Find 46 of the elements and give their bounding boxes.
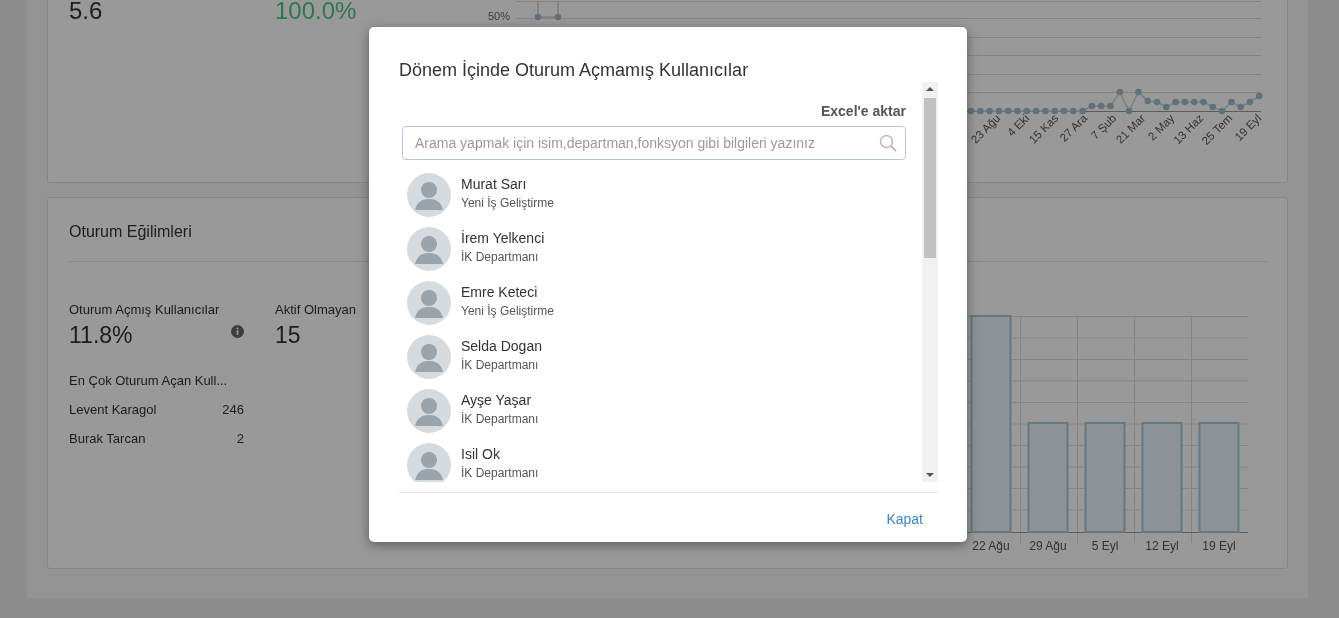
scrollbar[interactable] — [922, 82, 938, 482]
user-name: Levent Karagol — [69, 402, 157, 418]
user-name: Ayşe Yaşar — [461, 391, 532, 409]
department-label: İK Departmanı — [461, 357, 539, 373]
stat-value: 11.8% — [69, 321, 133, 349]
user-avatar-icon — [407, 281, 451, 325]
export-link[interactable]: Excel'e aktar — [820, 103, 906, 119]
user-avatar-icon — [407, 227, 451, 271]
axis-tick-label: 5 Eyl — [1091, 539, 1119, 553]
user-avatar-icon — [407, 389, 451, 433]
user-avatar-icon — [407, 173, 451, 217]
axis-tick-label: 50% — [488, 10, 511, 22]
axis-tick-label: 12 Eyl — [1145, 539, 1179, 553]
metric-value: 5.6 — [69, 0, 103, 25]
info-icon[interactable] — [231, 324, 244, 338]
department-label: Yeni İş Geliştirme — [461, 195, 554, 211]
user-avatar-icon — [407, 335, 451, 379]
login-count: 246 — [222, 402, 244, 418]
axis-tick-label: 27 Ara — [1057, 111, 1090, 144]
axis-tick-label: 23 Ağu — [968, 111, 1003, 146]
department-label: İK Departmanı — [461, 249, 539, 265]
section-title: Oturum Eğilimleri — [69, 222, 192, 242]
list-heading: En Çok Oturum Açan Kull... — [69, 373, 229, 389]
axis-tick-label: 29 Ağu — [1029, 539, 1067, 553]
axis-tick-label: 19 Eyl — [1232, 111, 1264, 143]
axis-tick-label: 22 Ağu — [972, 539, 1010, 553]
close-link[interactable]: Kapat — [886, 510, 923, 528]
user-name: Isil Ok — [461, 445, 500, 463]
user-name: Selda Dogan — [461, 337, 542, 355]
stat-label: Oturum Açmış Kullanıcılar — [69, 302, 220, 318]
stat-value: 15 — [275, 321, 301, 349]
department-label: Yeni İş Geliştirme — [461, 303, 554, 319]
user-name: Murat Sarı — [461, 175, 527, 193]
axis-tick-label: 19 Eyl — [1202, 539, 1236, 553]
user-avatar-icon — [407, 443, 451, 482]
stat-label: Aktif Olmayan — [275, 302, 356, 318]
user-name: İrem Yelkenci — [461, 229, 545, 247]
modal-title: Dönem İçinde Oturum Açmamış Kullanıcılar — [398, 59, 750, 82]
search-field[interactable]: Arama yapmak için isim,departman,fonksyon gibi bilgileri yazınız — [402, 126, 906, 160]
user-name: Burak Tarcan — [69, 431, 146, 447]
login-count: 2 — [236, 431, 244, 447]
user-name: Emre Keteci — [461, 283, 538, 301]
department-label: İK Departmanı — [461, 465, 539, 481]
search-icon — [879, 134, 897, 152]
department-label: İK Departmanı — [461, 411, 539, 427]
metric-value: 100.0% — [275, 0, 357, 25]
